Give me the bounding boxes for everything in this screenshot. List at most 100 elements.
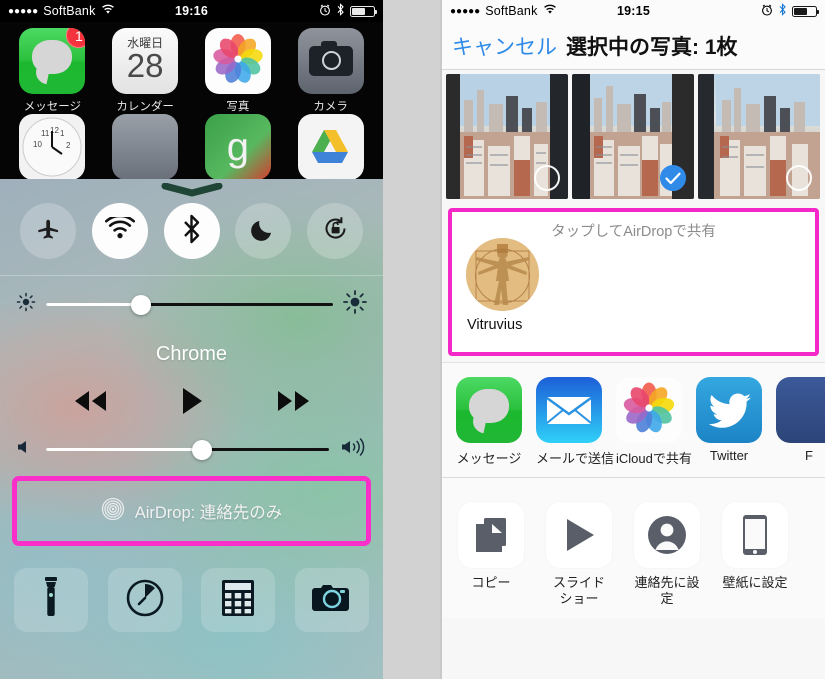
alarm-clock-icon: [319, 4, 331, 19]
slideshow-play-icon: [546, 502, 612, 568]
brightness-high-icon: [343, 290, 367, 319]
right-phone-screenshot: ●●●●● SoftBank 19:15 キャンセル 選択中の写真: 1枚 タッ…: [440, 0, 825, 679]
photo-select-circle-checked[interactable]: [660, 165, 686, 191]
unread-badge: 1: [66, 28, 86, 48]
calendar-day-number: 28: [126, 47, 164, 84]
vitruvian-man-avatar: [466, 238, 539, 311]
action-label: 壁紙に設定: [722, 575, 788, 590]
svg-text:10: 10: [33, 140, 42, 149]
action-label-line1: スライド: [552, 575, 605, 590]
share-target-facebook[interactable]: F: [776, 377, 825, 467]
camera-button[interactable]: [294, 568, 369, 632]
messages-icon: [456, 377, 522, 443]
volume-low-icon: [16, 438, 34, 461]
share-target-label: F: [805, 448, 813, 463]
action-label: 連絡先に設定: [634, 575, 700, 607]
volume-slider[interactable]: [46, 439, 329, 460]
brightness-slider[interactable]: [46, 294, 333, 315]
app-label: メッセージ: [23, 101, 82, 113]
airdrop-button[interactable]: AirDrop: 連絡先のみ: [12, 476, 371, 546]
action-set-wallpaper[interactable]: 壁紙に設定: [722, 502, 788, 608]
airplane-mode-toggle[interactable]: [20, 203, 76, 259]
share-target-twitter[interactable]: Twitter: [696, 377, 762, 467]
google-icon[interactable]: g: [204, 114, 271, 180]
brightness-low-icon: [16, 292, 36, 317]
app-label: カメラ: [313, 101, 348, 113]
volume-high-icon: [341, 437, 367, 462]
timer-icon: [125, 578, 165, 623]
rewind-icon[interactable]: [70, 388, 110, 419]
app-camera[interactable]: カメラ: [284, 28, 377, 114]
action-assign-to-contact[interactable]: 連絡先に設定: [634, 502, 700, 608]
brightness-slider-row: [0, 276, 383, 319]
cancel-button[interactable]: キャンセル: [452, 31, 557, 61]
share-target-messages[interactable]: メッセージ: [456, 377, 522, 467]
photo-thumbnail-1[interactable]: [446, 74, 568, 199]
photo-thumbnail-2[interactable]: [572, 74, 694, 199]
airdrop-contact-name: Vitruvius: [467, 317, 523, 333]
left-status-bar: ●●●●● SoftBank 19:16: [0, 0, 383, 22]
now-playing-title: Chrome: [155, 343, 228, 365]
moon-icon: [250, 216, 276, 247]
play-icon[interactable]: [180, 386, 204, 421]
contact-person-icon: [634, 502, 700, 568]
share-sheet-nav-bar: キャンセル 選択中の写真: 1枚: [442, 22, 825, 70]
share-target-label: メッセージ: [456, 451, 522, 466]
photo-select-circle[interactable]: [534, 165, 560, 191]
left-phone-screenshot: ●●●●● SoftBank 19:16 1 メッセージ 水曜日 28 カレンダ…: [0, 0, 383, 679]
control-center-quick-actions: [0, 546, 383, 632]
fast-forward-icon[interactable]: [274, 388, 314, 419]
google-drive-icon[interactable]: [297, 114, 364, 180]
battery-icon: [792, 5, 819, 17]
share-targets-row: メッセージ メールで送信 iCloudで共有 Twitter F: [442, 362, 825, 478]
share-target-icloud[interactable]: iCloudで共有: [616, 377, 692, 467]
photo-select-circle[interactable]: [786, 165, 812, 191]
calendar-icon: 水曜日 28: [112, 28, 179, 94]
bluetooth-icon: [182, 214, 201, 249]
wifi-icon: [104, 214, 135, 245]
grabber-handle[interactable]: [0, 179, 383, 201]
timer-button[interactable]: [107, 568, 182, 632]
twitter-icon: [696, 377, 762, 443]
bluetooth-icon: [336, 3, 345, 19]
calculator-button[interactable]: [201, 568, 276, 632]
flashlight-button[interactable]: [14, 568, 88, 632]
airdrop-share-section: タップしてAirDropで共有 Vitruvius: [448, 208, 819, 356]
app-grid: 1 メッセージ 水曜日 28 カレンダー 写真 カメラ: [0, 22, 383, 114]
app-photos[interactable]: 写真: [192, 28, 285, 114]
camera-icon: [310, 581, 354, 620]
stocks-icon[interactable]: [112, 114, 179, 180]
battery-icon: [350, 5, 377, 17]
facebook-icon: [776, 377, 825, 443]
svg-text:2: 2: [66, 141, 71, 150]
svg-text:11: 11: [41, 129, 50, 138]
rotation-lock-icon: [322, 215, 349, 247]
google-glyph: g: [226, 124, 249, 169]
photos-icon: [204, 28, 271, 94]
calculator-icon: [220, 578, 256, 623]
app-messages[interactable]: 1 メッセージ: [6, 28, 99, 114]
rotation-lock-toggle[interactable]: [307, 203, 363, 259]
right-status-bar: ●●●●● SoftBank 19:15: [442, 0, 825, 22]
selected-photos-strip: [442, 70, 825, 205]
photo-thumbnail-3[interactable]: [698, 74, 820, 199]
bluetooth-toggle[interactable]: [163, 203, 220, 259]
media-transport-controls: [0, 368, 383, 421]
airdrop-contact[interactable]: Vitruvius: [466, 238, 542, 333]
messages-icon: 1: [19, 28, 86, 94]
mail-icon: [536, 377, 602, 443]
svg-text:1: 1: [60, 129, 65, 138]
do-not-disturb-toggle[interactable]: [235, 203, 292, 259]
share-target-label: Twitter: [709, 448, 749, 463]
app-calendar[interactable]: 水曜日 28 カレンダー: [99, 28, 192, 114]
action-slideshow[interactable]: スライド ショー: [546, 502, 612, 608]
wifi-toggle[interactable]: [91, 203, 148, 259]
share-target-mail[interactable]: メールで送信: [536, 377, 614, 467]
action-copy[interactable]: コピー: [458, 502, 524, 608]
action-label: コピー: [471, 575, 511, 590]
actions-row: コピー スライド ショー 連絡先に設定 壁紙に設定: [442, 478, 825, 618]
action-label: スライド ショー: [546, 575, 612, 608]
clock-icon[interactable]: 11 12 1 10 2: [19, 114, 86, 180]
copy-icon: [458, 502, 524, 568]
page-title: 選択中の写真: 1枚: [566, 35, 738, 59]
